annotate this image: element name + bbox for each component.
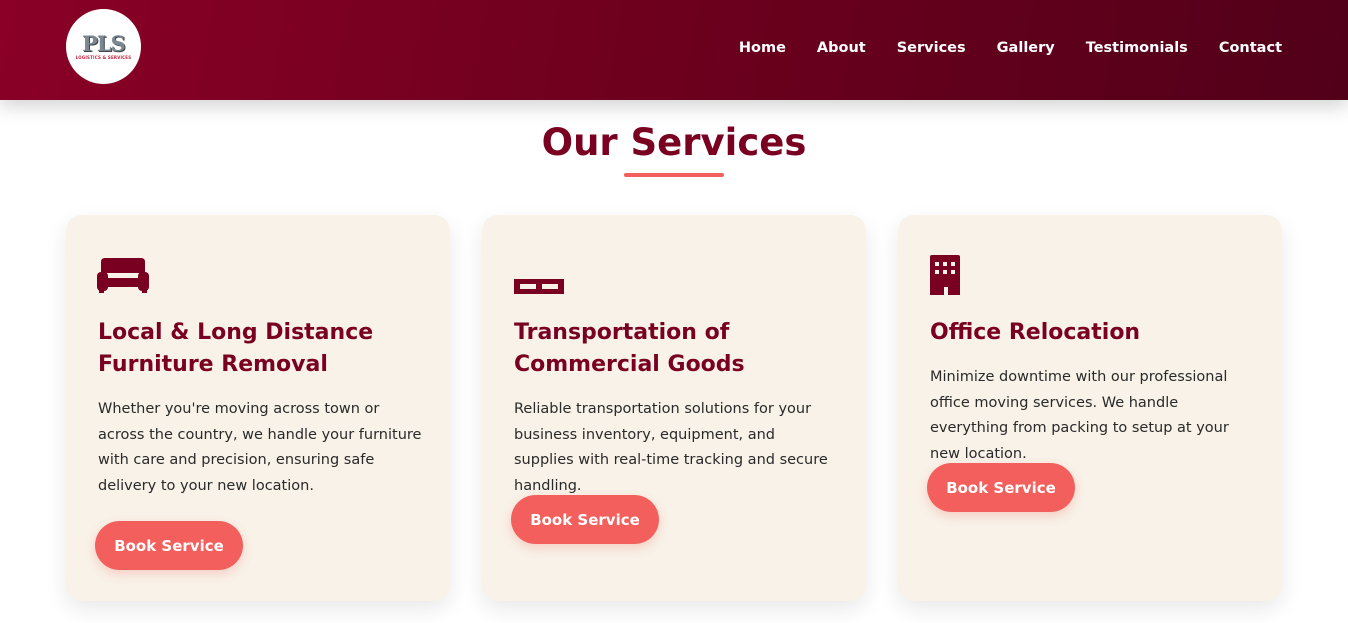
book-service-button[interactable]: Book Service <box>927 463 1075 512</box>
card-title-line: Furniture Removal <box>98 352 328 377</box>
main-nav: Home About Services Gallery Testimonials… <box>708 38 1282 58</box>
couch-icon <box>97 255 149 297</box>
pallet-icon <box>513 255 565 297</box>
nav-gallery[interactable]: Gallery <box>997 38 1055 58</box>
title-underline <box>624 173 724 177</box>
nav-contact[interactable]: Contact <box>1219 38 1282 58</box>
card-title-line: Transportation of <box>514 320 730 345</box>
site-header: PLS LOGISTICS & SERVICES Home About Serv… <box>0 0 1348 100</box>
nav-services[interactable]: Services <box>897 38 966 58</box>
nav-testimonials[interactable]: Testimonials <box>1086 38 1188 58</box>
card-description: Reliable transportation solutions for yo… <box>514 401 828 494</box>
card-title: Local & Long Distance Furniture Removal <box>98 317 428 381</box>
nav-about[interactable]: About <box>817 38 866 58</box>
book-service-button[interactable]: Book Service <box>511 495 659 544</box>
card-title: Transportation of Commercial Goods <box>514 317 844 381</box>
page-title: Our Services <box>541 121 807 164</box>
building-icon <box>929 255 981 297</box>
service-card-office-relocation: Office Relocation Minimize downtime with… <box>898 215 1282 601</box>
card-title-line: Commercial Goods <box>514 352 745 377</box>
service-card-commercial-goods: Transportation of Commercial Goods Relia… <box>482 215 866 601</box>
logo-text: PLS <box>82 31 126 56</box>
card-description: Whether you're moving across town or acr… <box>98 401 422 494</box>
card-description: Minimize downtime with our professional … <box>930 369 1229 462</box>
logo-subtext: LOGISTICS & SERVICES <box>75 55 132 60</box>
card-title-line: Office Relocation <box>930 320 1141 345</box>
nav-home[interactable]: Home <box>739 38 786 58</box>
card-title: Office Relocation <box>930 317 1260 349</box>
book-service-button[interactable]: Book Service <box>95 521 243 570</box>
card-title-line: Local & Long Distance <box>98 320 374 345</box>
service-card-furniture-removal: Local & Long Distance Furniture Removal … <box>66 215 450 601</box>
logo[interactable]: PLS LOGISTICS & SERVICES <box>66 9 141 84</box>
